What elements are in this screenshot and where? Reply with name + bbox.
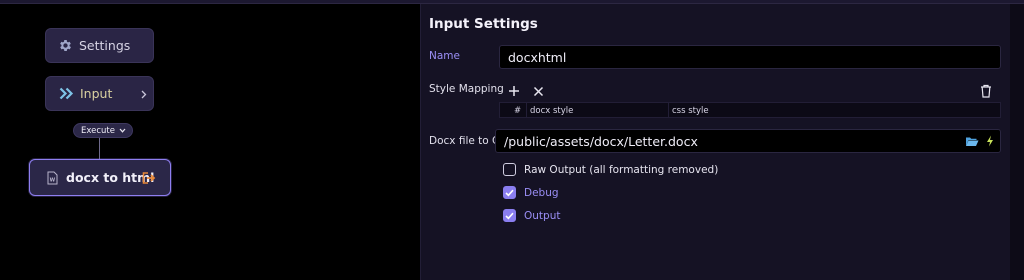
docx-file-input-value: /public/assets/docx/Letter.docx: [504, 133, 698, 149]
name-input[interactable]: docxhtml: [499, 45, 1001, 69]
execute-label: Execute: [81, 125, 115, 136]
docx-to-html-node[interactable]: W docx to html: [29, 159, 171, 196]
name-input-value: docxhtml: [508, 49, 567, 65]
gear-icon: [57, 38, 73, 54]
column-header-docx-style: docx style: [530, 106, 574, 116]
execute-dropdown[interactable]: Execute: [73, 123, 133, 138]
svg-text:W: W: [49, 177, 55, 183]
folder-open-icon[interactable]: [965, 135, 979, 150]
style-mapping-table: # docx style css style: [499, 102, 1001, 118]
double-chevron-right-icon: [58, 86, 74, 102]
settings-node-label: Settings: [79, 38, 131, 53]
chevron-right-icon[interactable]: [139, 88, 149, 100]
add-icon[interactable]: [507, 84, 521, 98]
bolt-icon[interactable]: [986, 135, 994, 150]
word-document-icon: W: [44, 170, 60, 186]
settings-node[interactable]: Settings: [45, 28, 154, 63]
trash-icon[interactable]: [979, 84, 993, 98]
input-settings-panel: Input Settings Name docxhtml Style Mappi…: [420, 4, 1010, 280]
style-mapping-label: Style Mapping: [429, 83, 504, 95]
column-divider: [668, 103, 669, 117]
checkmark-icon: [505, 189, 514, 196]
raw-output-label: Raw Output (all formatting removed): [524, 164, 719, 176]
output-arrow-icon[interactable]: [142, 172, 156, 184]
name-label: Name: [429, 50, 460, 62]
input-node-label: Input: [80, 86, 113, 101]
flow-canvas[interactable]: Settings Input Execute W docx to html: [0, 4, 420, 280]
raw-output-checkbox[interactable]: [503, 163, 516, 176]
column-divider: [526, 103, 527, 117]
docx-file-input[interactable]: /public/assets/docx/Letter.docx: [495, 129, 1001, 153]
chevron-down-icon: [119, 128, 126, 133]
checkmark-icon: [505, 212, 514, 219]
column-header-css-style: css style: [672, 106, 709, 116]
node-connector: [99, 138, 100, 160]
output-label: Output: [524, 210, 561, 222]
column-header-index: #: [514, 106, 522, 116]
input-node[interactable]: Input: [45, 76, 154, 111]
panel-title: Input Settings: [429, 16, 538, 32]
panel-scrollbar[interactable]: [1010, 4, 1024, 280]
close-icon[interactable]: [531, 84, 545, 98]
debug-checkbox[interactable]: [503, 186, 516, 199]
debug-label: Debug: [524, 187, 559, 199]
output-checkbox[interactable]: [503, 209, 516, 222]
